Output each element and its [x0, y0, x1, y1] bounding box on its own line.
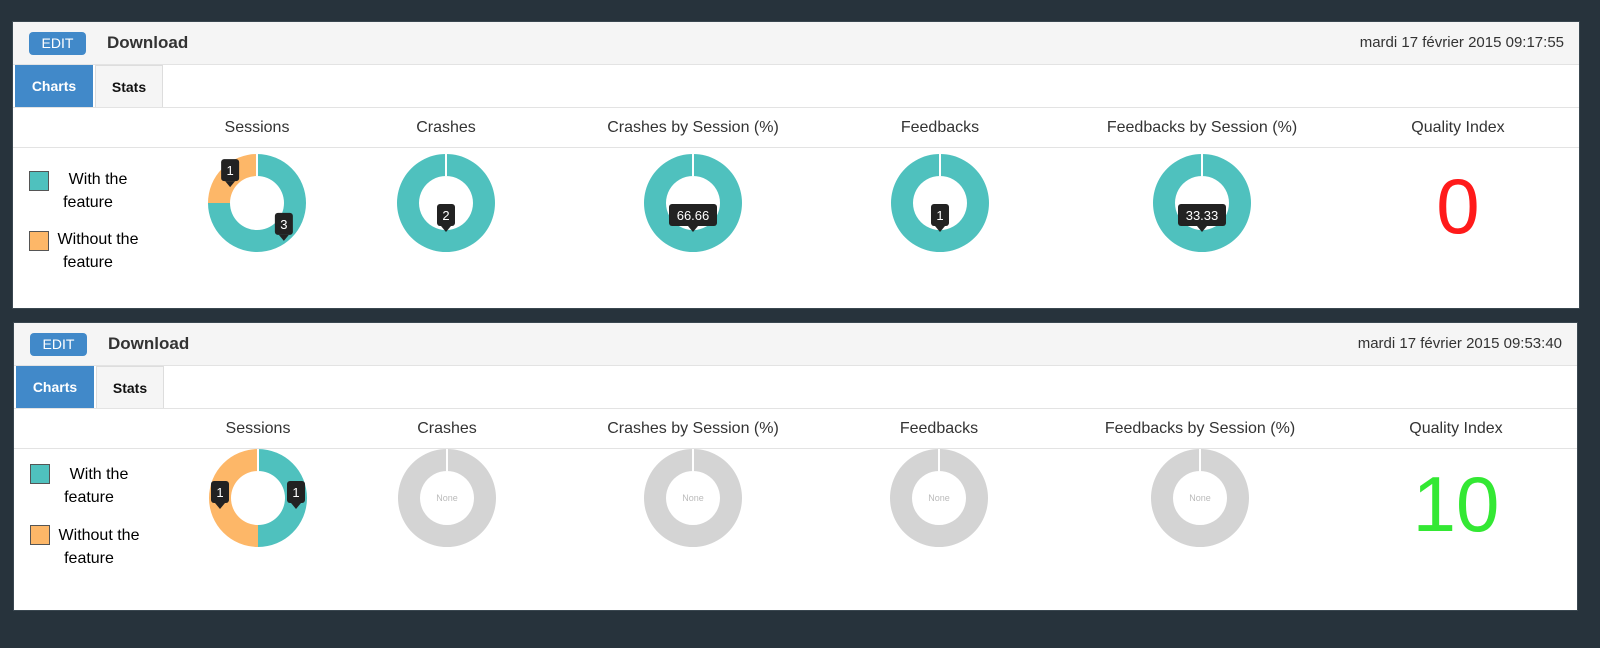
legend-label-without-line2: feature [64, 550, 114, 567]
tab-charts[interactable]: Charts [15, 65, 93, 107]
tooltip-value: 33.33 [1186, 208, 1219, 223]
dashboard-panel-1: EDIT Download mardi 17 février 2015 09:1… [12, 21, 1580, 309]
donut-empty-label: None [436, 493, 458, 503]
quality-index-value: 10 [1412, 460, 1500, 548]
column-header-row: Sessions Crashes Crashes by Session (%) … [14, 409, 1577, 449]
legend-label-with-line2: feature [63, 194, 113, 211]
legend-label-with-line2: feature [64, 489, 114, 506]
tooltip-value: 3 [280, 217, 287, 232]
tab-charts[interactable]: Charts [16, 366, 94, 408]
tooltip-value: 1 [227, 163, 234, 178]
panel-date: mardi 17 février 2015 09:53:40 [1357, 335, 1562, 352]
column-header-quality-index: Quality Index [1411, 119, 1505, 136]
donut-chart-feedbacks: 1 [891, 154, 990, 252]
quality-index-value: 0 [1436, 162, 1480, 250]
donut-chart-crashes-by-session: 66.66 [644, 154, 743, 252]
donut-chart-crashes: None [398, 449, 497, 547]
tooltip-value: 66.66 [677, 208, 710, 223]
tab-bar: Charts Stats [14, 366, 1577, 409]
tooltip-value: 1 [216, 485, 223, 500]
legend-label-without-line1: Without the [58, 527, 140, 544]
column-header-feedbacks: Feedbacks [900, 119, 980, 136]
column-header-quality-index: Quality Index [1409, 420, 1503, 437]
donut-chart-crashes: 2 [397, 154, 496, 252]
column-header-feedbacks-by-session: Feedbacks by Session (%) [1106, 119, 1298, 136]
donut-chart-sessions: 31 [208, 154, 306, 252]
column-header-feedbacks-by-session: Feedbacks by Session (%) [1104, 420, 1296, 437]
legend-label-with-line1: With the [68, 171, 128, 188]
donut-chart-feedbacks-by-session: 33.33 [1153, 154, 1252, 252]
edit-button[interactable]: EDIT [29, 32, 86, 55]
legend-label-with-line1: With the [69, 466, 129, 483]
tooltip-value: 1 [292, 485, 299, 500]
data-label-tooltip: 2 [437, 204, 455, 232]
tooltip-value: 1 [936, 208, 943, 223]
column-header-crashes: Crashes [416, 119, 476, 136]
legend-label-without-line1: Without the [57, 231, 139, 248]
data-label-tooltip: 1 [931, 204, 949, 232]
donut-empty-label: None [928, 493, 950, 503]
donut-chart-feedbacks: None [890, 449, 989, 547]
panel-title: Download [108, 334, 190, 353]
column-header-crashes-by-session: Crashes by Session (%) [607, 420, 779, 437]
dashboard-panel-2: EDIT Download mardi 17 février 2015 09:5… [13, 322, 1578, 611]
column-header-row: Sessions Crashes Crashes by Session (%) … [13, 108, 1579, 148]
donut-empty-label: None [1189, 493, 1211, 503]
column-header-crashes: Crashes [417, 420, 477, 437]
column-header-crashes-by-session: Crashes by Session (%) [607, 119, 779, 136]
column-header-feedbacks: Feedbacks [899, 420, 979, 437]
edit-button[interactable]: EDIT [30, 333, 87, 356]
tab-stats[interactable]: Stats [95, 65, 163, 107]
donut-chart-feedbacks-by-session: None [1151, 449, 1250, 547]
panel-header: EDIT Download mardi 17 février 2015 09:1… [13, 22, 1579, 65]
panel-date: mardi 17 février 2015 09:17:55 [1359, 34, 1564, 51]
panel-header: EDIT Download mardi 17 février 2015 09:5… [14, 323, 1577, 366]
tab-stats[interactable]: Stats [96, 366, 164, 408]
panel-title: Download [107, 33, 189, 52]
donut-chart-crashes-by-session: None [644, 449, 743, 547]
donut-chart-sessions: 11 [208, 449, 307, 547]
legend-label-without-line2: feature [63, 254, 113, 271]
donut-empty-label: None [682, 493, 704, 503]
tab-bar: Charts Stats [13, 65, 1579, 108]
tooltip-value: 2 [442, 208, 449, 223]
